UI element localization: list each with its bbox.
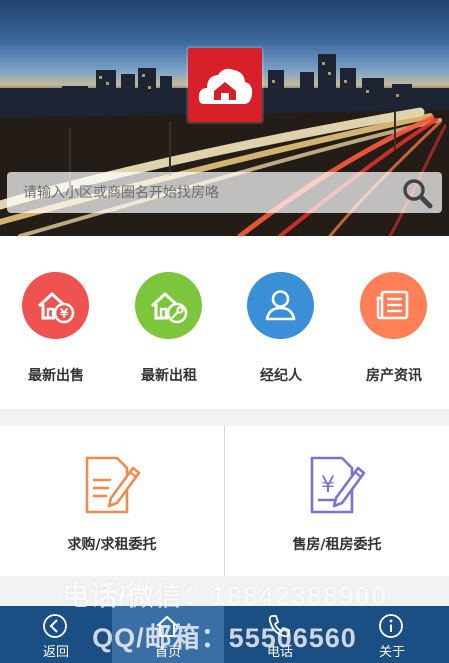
agent-icon	[265, 290, 296, 321]
category-grid: ¥ 最新出售 最新出租 经纪人 房产资讯	[0, 236, 449, 409]
category-label: 最新出售	[28, 368, 84, 384]
info-icon	[379, 614, 403, 638]
tab-label: 返回	[42, 645, 69, 660]
request-document-icon	[85, 456, 141, 514]
house-cloud-logo-icon	[198, 68, 253, 104]
category-new-sale[interactable]: ¥ 最新出售	[1, 272, 111, 392]
tab-label: 电话	[266, 645, 293, 660]
search-icon[interactable]	[400, 176, 434, 210]
bottom-tab-bar: 返回 首页 电话 关于	[0, 606, 449, 663]
house-rent-icon	[150, 292, 188, 324]
home-icon	[156, 615, 178, 637]
category-new-rent[interactable]: 最新出租	[114, 272, 224, 392]
tab-home[interactable]: 首页	[112, 606, 224, 663]
phone-icon	[268, 615, 290, 638]
tab-back[interactable]: 返回	[0, 606, 112, 663]
panel-label: 售房/租房委托	[292, 537, 382, 553]
category-label: 经纪人	[260, 368, 302, 384]
back-icon	[43, 614, 67, 638]
search-bar[interactable]: 请输入小区或商圈名开始找房咯	[7, 172, 442, 213]
svg-text:¥: ¥	[321, 473, 335, 498]
house-sale-icon: ¥	[37, 292, 75, 324]
listing-document-icon: ¥	[310, 456, 366, 514]
category-agents[interactable]: 经纪人	[226, 272, 336, 392]
request-entrust-panel[interactable]: 求购/求租委托	[0, 426, 224, 576]
tab-label: 首页	[154, 645, 181, 660]
panel-label: 求购/求租委托	[67, 537, 157, 553]
svg-text:¥: ¥	[60, 307, 69, 321]
category-news[interactable]: 房产资讯	[339, 272, 449, 392]
search-input[interactable]: 请输入小区或商圈名开始找房咯	[23, 182, 219, 202]
category-label: 房产资讯	[366, 368, 422, 384]
tab-about[interactable]: 关于	[336, 606, 448, 663]
category-label: 最新出租	[141, 368, 197, 384]
hero-banner: 请输入小区或商圈名开始找房咯	[0, 0, 449, 236]
tab-phone[interactable]: 电话	[224, 606, 336, 663]
app-logo	[188, 48, 262, 122]
news-icon	[376, 290, 409, 320]
panel-divider	[224, 426, 225, 576]
listing-entrust-panel[interactable]: ¥ 售房/租房委托	[225, 426, 449, 576]
tab-label: 关于	[378, 645, 405, 660]
